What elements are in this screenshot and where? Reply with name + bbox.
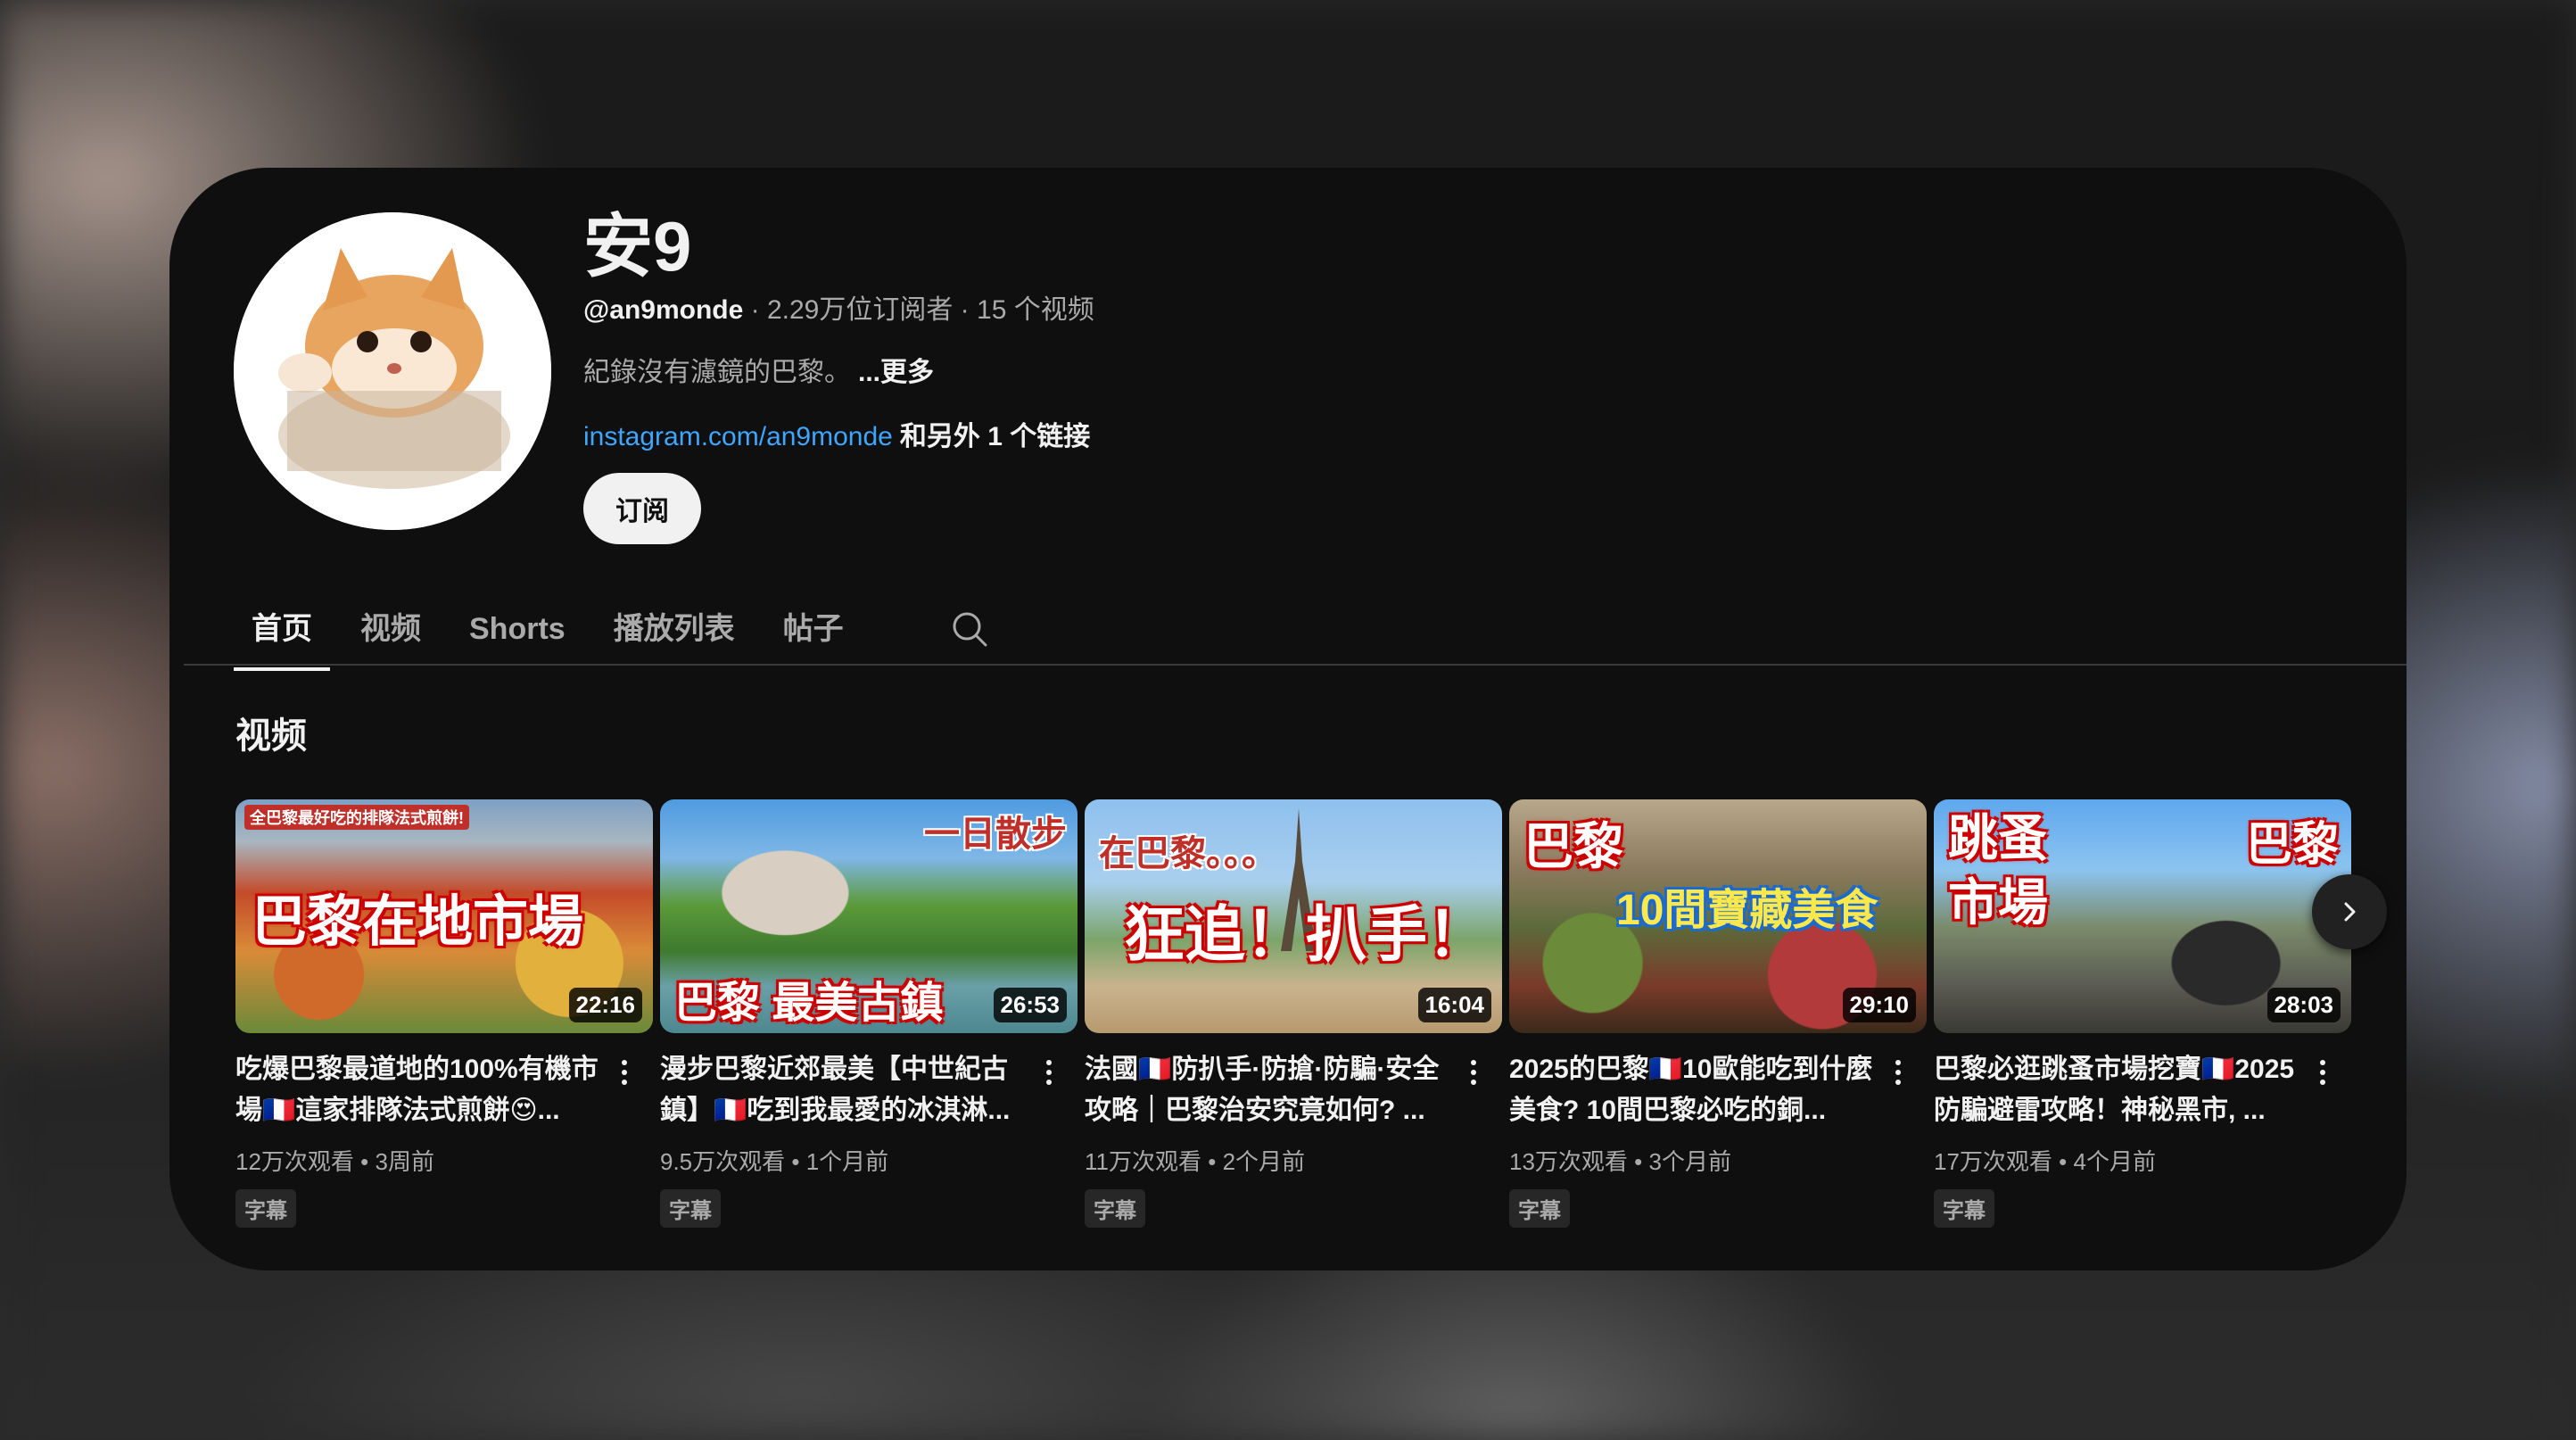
video-stats: 17万次观看 • 4个月前 <box>1934 1148 2156 1175</box>
subtitles-badge: 字幕 <box>1509 1189 1570 1228</box>
more-options-icon[interactable] <box>1463 1051 1484 1094</box>
thumbnail-tagline: 巴黎 <box>2245 819 2339 871</box>
more-options-icon[interactable] <box>614 1051 635 1094</box>
subtitles-badge: 字幕 <box>660 1189 721 1228</box>
thumbnail-tagline: 巴黎 <box>1523 818 1623 874</box>
video-thumbnail[interactable]: 在巴黎。。。 狂追！扒手！ 16:04 <box>1085 799 1502 1033</box>
subtitles-badge: 字幕 <box>1085 1189 1145 1228</box>
video-duration: 29:10 <box>1842 988 1916 1022</box>
section-title: 视频 <box>235 716 307 756</box>
video-thumbnail[interactable]: 全巴黎最好吃的排隊法式煎餅! 巴黎在地市場 22:16 <box>235 799 653 1033</box>
video-stats: 11万次观看 • 2个月前 <box>1085 1148 1306 1175</box>
view-count: 17万次观看 <box>1934 1148 2052 1175</box>
view-count: 12万次观看 <box>235 1148 354 1175</box>
video-stats: 9.5万次观看 • 1个月前 <box>660 1148 889 1175</box>
tab-videos[interactable]: 视频 <box>343 587 439 671</box>
video-card[interactable]: 巴黎 10間寶藏美食 29:10 2025的巴黎🇫🇷10歐能吃到什麼美食? 10… <box>1509 799 1927 1228</box>
more-options-icon[interactable] <box>1038 1051 1060 1094</box>
channel-page: 安9 @an9monde · 2.29万位订阅者 · 15 个视频 紀錄沒有濾鏡… <box>169 168 2407 1270</box>
more-links-button[interactable]: 和另外 1 个链接 <box>900 422 1090 451</box>
channel-links: instagram.com/an9monde 和另外 1 个链接 <box>583 414 1090 453</box>
video-title[interactable]: 巴黎必逛跳蚤市場挖寶🇫🇷2025防騙避雷攻略！神秘黑市, ... <box>1934 1049 2308 1131</box>
video-duration: 26:53 <box>993 988 1067 1022</box>
upload-age: 3个月前 <box>1648 1148 1731 1175</box>
upload-age: 3周前 <box>375 1148 434 1175</box>
thumbnail-tagline: 在巴黎。。。 <box>1099 834 1277 873</box>
thumbnail-headline: 巴黎在地市場 <box>252 891 584 953</box>
thumbnail-headline: 10間寶藏美食 <box>1616 887 1878 934</box>
subtitles-badge: 字幕 <box>1934 1189 1994 1228</box>
video-title[interactable]: 法國🇫🇷防扒手·防搶·防騙·安全攻略｜巴黎治安究竟如何? ... <box>1085 1049 1459 1131</box>
thumbnail-tagline: 一日散步 <box>924 815 1067 854</box>
video-duration: 22:16 <box>568 988 642 1022</box>
video-stats: 13万次观看 • 3个月前 <box>1509 1148 1731 1175</box>
subscribe-button[interactable]: 订阅 <box>583 473 701 544</box>
video-title[interactable]: 漫步巴黎近郊最美【中世紀古鎮】🇫🇷吃到我最愛的冰淇淋... <box>660 1049 1035 1131</box>
upload-age: 1个月前 <box>805 1148 889 1175</box>
search-icon[interactable] <box>928 587 1011 671</box>
channel-description[interactable]: 紀錄沒有濾鏡的巴黎。 ...更多 <box>583 350 934 389</box>
view-count: 9.5万次观看 <box>660 1148 786 1175</box>
subtitles-badge: 字幕 <box>235 1189 296 1228</box>
video-card[interactable]: 全巴黎最好吃的排隊法式煎餅! 巴黎在地市場 22:16 吃爆巴黎最道地的100%… <box>235 799 653 1228</box>
cat-avatar-image <box>234 212 551 530</box>
channel-name: 安9 <box>583 207 692 286</box>
video-duration: 16:04 <box>1417 988 1491 1022</box>
tab-playlists[interactable]: 播放列表 <box>596 587 753 671</box>
video-thumbnail[interactable]: 巴黎 10間寶藏美食 29:10 <box>1509 799 1927 1033</box>
channel-meta: @an9monde · 2.29万位订阅者 · 15 个视频 <box>583 287 1094 327</box>
upload-age: 2个月前 <box>1222 1148 1306 1175</box>
description-text: 紀錄沒有濾鏡的巴黎。 <box>583 358 851 387</box>
tab-posts[interactable]: 帖子 <box>765 587 862 671</box>
video-thumbnail[interactable]: 跳蚤 市場 巴黎 28:03 <box>1934 799 2351 1033</box>
video-duration: 28:03 <box>2266 988 2341 1022</box>
upload-age: 4个月前 <box>2073 1148 2156 1175</box>
more-options-icon[interactable] <box>1887 1051 1909 1094</box>
video-card[interactable]: 跳蚤 市場 巴黎 28:03 巴黎必逛跳蚤市場挖寶🇫🇷2025防騙避雷攻略！神秘… <box>1934 799 2351 1228</box>
video-thumbnail[interactable]: 一日散步 巴黎 最美古鎮 26:53 <box>660 799 1077 1033</box>
tab-home[interactable]: 首页 <box>234 587 330 671</box>
tab-shorts[interactable]: Shorts <box>451 587 583 671</box>
video-title[interactable]: 2025的巴黎🇫🇷10歐能吃到什麼美食? 10間巴黎必吃的銅... <box>1509 1049 1884 1131</box>
video-stats: 12万次观看 • 3周前 <box>235 1148 434 1175</box>
view-count: 11万次观看 <box>1085 1148 1201 1175</box>
thumbnail-headline: 跳蚤 市場 <box>1948 810 2048 931</box>
channel-avatar[interactable] <box>234 212 551 530</box>
thumbnail-headline: 巴黎 最美古鎮 <box>674 980 944 1027</box>
channel-handle: @an9monde <box>583 295 744 325</box>
thumbnail-headline: 狂追！扒手！ <box>1124 901 1489 969</box>
channel-tabs: 首页 视频 Shorts 播放列表 帖子 <box>234 587 1011 671</box>
more-link[interactable]: ...更多 <box>858 358 934 387</box>
video-title[interactable]: 吃爆巴黎最道地的100%有機市場🇫🇷這家排隊法式煎餅😍... <box>235 1049 610 1131</box>
channel-stats: · 2.29万位订阅者 · 15 个视频 <box>743 295 1094 325</box>
video-card[interactable]: 在巴黎。。。 狂追！扒手！ 16:04 法國🇫🇷防扒手·防搶·防騙·安全攻略｜巴… <box>1085 799 1502 1228</box>
thumbnail-tagline: 全巴黎最好吃的排隊法式煎餅! <box>244 805 469 830</box>
tabs-divider <box>184 664 2407 666</box>
more-options-icon[interactable] <box>2312 1051 2333 1094</box>
instagram-link[interactable]: instagram.com/an9monde <box>583 422 893 451</box>
video-card[interactable]: 一日散步 巴黎 最美古鎮 26:53 漫步巴黎近郊最美【中世紀古鎮】🇫🇷吃到我最… <box>660 799 1077 1228</box>
view-count: 13万次观看 <box>1509 1148 1628 1175</box>
chevron-right-icon[interactable] <box>2312 874 2387 949</box>
